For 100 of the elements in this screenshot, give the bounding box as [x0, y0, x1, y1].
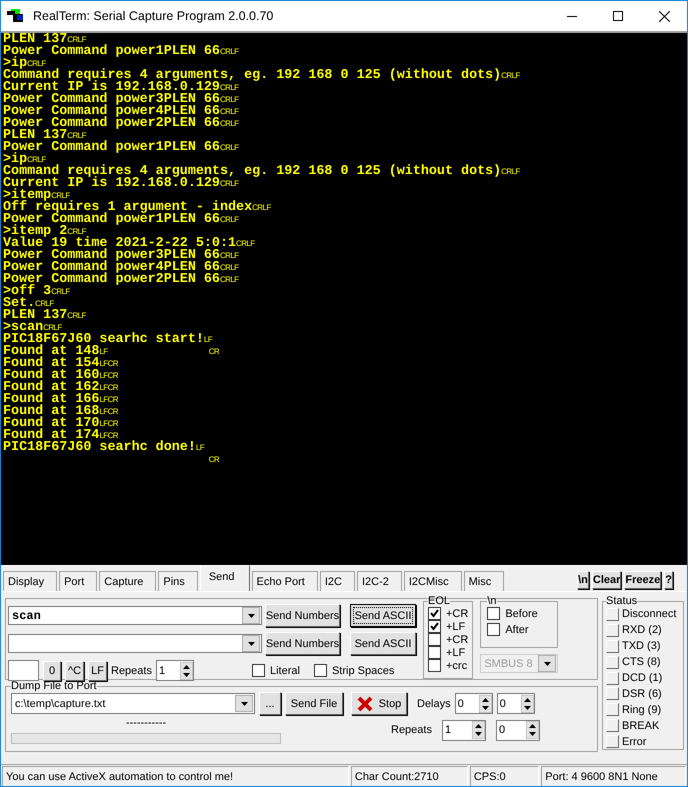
- terminal-line: Set.: [3, 298, 36, 310]
- send-ascii-button[interactable]: Send ASCII: [350, 604, 416, 627]
- checkbox[interactable]: [428, 659, 441, 672]
- terminal-line: Power Command power2PLEN 66: [3, 118, 220, 130]
- delay-spinner[interactable]: 0: [454, 693, 493, 714]
- eol-marker: CRLF: [220, 118, 238, 130]
- tab[interactable]: Echo Port: [252, 571, 318, 591]
- tab[interactable]: Display: [3, 571, 58, 591]
- tab[interactable]: Pins: [158, 571, 198, 591]
- char-button[interactable]: 0: [43, 660, 61, 680]
- repeats-spinner[interactable]: 1: [442, 720, 486, 740]
- eol-marker: CR: [208, 454, 220, 466]
- eol-marker: CRLF: [67, 34, 86, 44]
- eol-marker: CRLF: [43, 322, 62, 333]
- send-text-field[interactable]: scan: [8, 606, 262, 625]
- eol-marker: CRLF: [220, 46, 238, 58]
- stop-button[interactable]: Stop: [351, 692, 407, 715]
- terminal-line: >scan: [3, 322, 44, 334]
- tab[interactable]: Port: [59, 571, 98, 591]
- file-path-field[interactable]: c:\temp\capture.txt: [11, 693, 255, 714]
- eol-marker: CRLF: [67, 130, 86, 140]
- status-bar-text: Port: 4 9600 8N1 None: [541, 766, 686, 786]
- checkbox[interactable]: [487, 623, 500, 636]
- spin-arrows-icon[interactable]: [472, 721, 485, 739]
- status-label: Ring (9): [622, 704, 662, 716]
- checkbox[interactable]: [314, 664, 327, 677]
- eol-marker: CR: [208, 346, 220, 358]
- spin-arrows-icon[interactable]: [180, 662, 193, 680]
- eol-marker: CRLF: [220, 262, 238, 274]
- tab[interactable]: I2C: [320, 571, 355, 591]
- repeats-spinner[interactable]: 0: [496, 720, 540, 740]
- terminal-line: >itemp 2: [3, 226, 68, 238]
- spin-arrows-icon[interactable]: [520, 694, 534, 712]
- status-label: Error: [622, 736, 646, 748]
- status-label: Disconnect: [622, 608, 676, 620]
- terminal-line: >ip: [3, 58, 28, 70]
- eol-marker: CRLF: [27, 58, 46, 68]
- checkbox[interactable]: [487, 607, 500, 620]
- eol-marker: LFCR: [99, 394, 118, 406]
- char-button[interactable]: LF: [88, 660, 107, 680]
- eol-marker: LF: [196, 442, 204, 454]
- checkbox-label: +CR: [446, 634, 468, 646]
- checkbox-label: +LF: [446, 620, 466, 632]
- eol-marker: CRLF: [252, 202, 271, 214]
- eol-marker: CRLF: [220, 82, 238, 94]
- toolbar-button[interactable]: Freeze: [624, 571, 662, 589]
- tab[interactable]: I2CMisc: [404, 571, 462, 591]
- checkbox-label: +crc: [446, 660, 468, 672]
- eol-marker: CRLF: [35, 298, 54, 309]
- send-numbers-button[interactable]: Send Numbers: [265, 604, 340, 627]
- status-label: TXD (3): [622, 640, 660, 652]
- checkbox-label: Strip Spaces: [332, 664, 394, 676]
- eol-marker: CRLF: [220, 142, 238, 154]
- eol-marker: LFCR: [99, 406, 118, 418]
- eol-marker: CRLF: [67, 310, 86, 322]
- checkbox-label: Before: [505, 608, 538, 620]
- terminal-line: Command requires 4 arguments, eg. 192 168 0 125 (without dots): [3, 166, 502, 178]
- checkbox-label: +LF: [446, 646, 466, 658]
- status-label: CTS (8): [622, 656, 660, 668]
- eol-marker: LFCR: [99, 358, 118, 370]
- status-label: DSR (6): [622, 688, 662, 700]
- terminal-line: >ip: [3, 154, 28, 166]
- progress-label: -----------: [126, 716, 166, 728]
- spin-arrows-icon[interactable]: [526, 721, 539, 739]
- send-text-field[interactable]: [8, 634, 262, 653]
- tab[interactable]: Capture: [99, 571, 156, 591]
- eol-marker: LFCR: [99, 418, 118, 430]
- delay-spinner[interactable]: 0: [496, 693, 535, 714]
- eol-marker: CRLF: [51, 190, 70, 200]
- checkbox[interactable]: [252, 664, 265, 677]
- delays-label: Delays: [417, 698, 451, 710]
- toolbar-button[interactable]: \n: [577, 571, 589, 589]
- send-ascii-button[interactable]: Send ASCII: [350, 632, 416, 655]
- send-file-button[interactable]: Send File: [285, 692, 343, 715]
- tab[interactable]: Send: [200, 565, 250, 591]
- send-numbers-button[interactable]: Send Numbers: [265, 632, 340, 655]
- terminal-line: Command requires 4 arguments, eg. 192 168 0 125 (without dots): [3, 70, 502, 82]
- terminal-line: Found at 174: [3, 430, 100, 442]
- browse-button[interactable]: ...: [259, 692, 281, 715]
- checkbox[interactable]: [428, 620, 441, 633]
- char-button[interactable]: ^C: [65, 660, 84, 680]
- status-label: DCD (1): [622, 672, 662, 684]
- repeats-label: Repeats: [391, 724, 432, 736]
- tab[interactable]: Misc: [464, 571, 504, 591]
- eol-marker: LFCR: [99, 370, 118, 382]
- char-input-field[interactable]: [8, 660, 39, 681]
- terminal-line: PLEN 137: [3, 130, 68, 142]
- tab[interactable]: I2C-2: [356, 571, 402, 591]
- toolbar-button[interactable]: Clear: [592, 571, 622, 589]
- status-label: RXD (2): [622, 624, 662, 636]
- checkbox[interactable]: [428, 646, 441, 659]
- spin-arrows-icon[interactable]: [478, 694, 492, 712]
- checkbox[interactable]: [428, 633, 441, 646]
- eol-marker: CRLF: [220, 106, 238, 118]
- repeats-spinner[interactable]: 1: [156, 660, 194, 681]
- status-bar-text: You can use ActiveX automation to control me!: [2, 766, 349, 786]
- toolbar-button[interactable]: ?: [664, 571, 673, 589]
- checkbox[interactable]: [428, 607, 441, 620]
- eol-marker: CRLF: [67, 226, 86, 236]
- eol-marker: CRLF: [220, 214, 238, 226]
